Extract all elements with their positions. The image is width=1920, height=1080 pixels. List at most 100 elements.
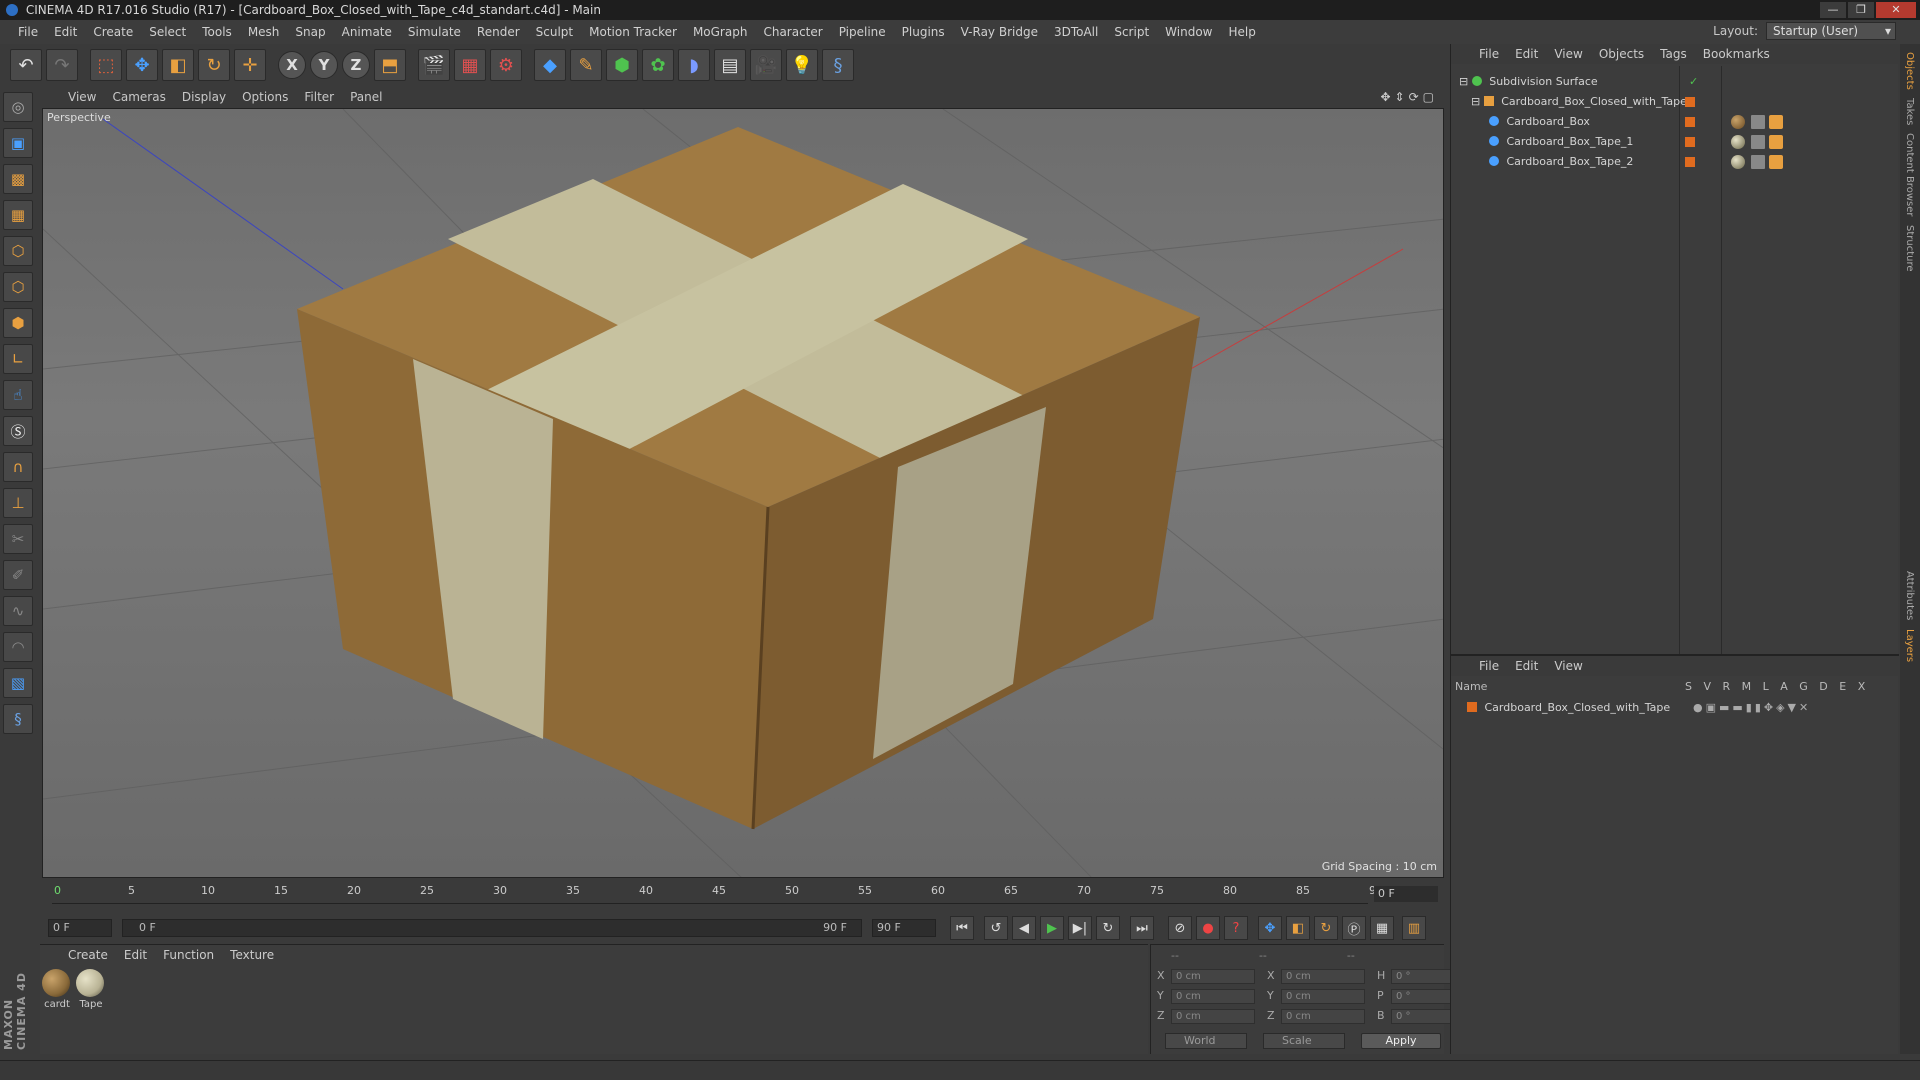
objects-menu-view[interactable]: View [1546, 47, 1590, 61]
material-tag-icon[interactable] [1731, 115, 1745, 129]
go-to-end-icon[interactable]: ⏭ [1130, 916, 1154, 940]
object-row-tape-1[interactable]: Cardboard_Box_Tape_1 [1451, 132, 1899, 152]
tab-takes[interactable]: Takes [1904, 98, 1915, 125]
tab-layers[interactable]: Layers [1904, 629, 1915, 662]
x-axis-toggle[interactable]: X [278, 51, 306, 79]
menu-motion-tracker[interactable]: Motion Tracker [581, 25, 685, 39]
size-z-field[interactable]: 0 cm [1281, 1009, 1365, 1024]
key-position-icon[interactable]: ✥ [1258, 916, 1282, 940]
close-button[interactable]: ✕ [1876, 2, 1916, 18]
texture-mode-icon[interactable]: ▩ [3, 164, 33, 194]
tab-objects[interactable]: Objects [1904, 52, 1915, 90]
scale-icon[interactable]: ◧ [162, 49, 194, 81]
maximize-view-icon[interactable]: ▢ [1423, 90, 1434, 104]
object-row-box-closed[interactable]: ⊟ Cardboard_Box_Closed_with_Tape [1451, 92, 1899, 112]
light-icon[interactable]: 💡 [786, 49, 818, 81]
menu-mesh[interactable]: Mesh [240, 25, 288, 39]
layout-dropdown[interactable]: Startup (User) [1766, 22, 1896, 40]
object-row-cardboard-box[interactable]: Cardboard_Box [1451, 112, 1899, 132]
menu-render[interactable]: Render [469, 25, 528, 39]
undo-icon[interactable]: ↶ [10, 49, 42, 81]
subdivision-icon[interactable]: ⬢ [606, 49, 638, 81]
end-frame-field[interactable]: 90 F [872, 919, 936, 937]
coordinate-system-icon[interactable]: ⬒ [374, 49, 406, 81]
deformer-icon[interactable]: ◗ [678, 49, 710, 81]
uvw-tag-icon[interactable] [1751, 135, 1765, 149]
apply-button[interactable]: Apply [1361, 1033, 1441, 1049]
tab-attributes[interactable]: Attributes [1904, 571, 1915, 620]
material-menu-function[interactable]: Function [155, 948, 222, 962]
position-z-field[interactable]: 0 cm [1171, 1009, 1255, 1024]
go-to-start-icon[interactable]: ⏮ [950, 916, 974, 940]
pan-icon[interactable]: ✥ [1380, 90, 1390, 104]
menu-tools[interactable]: Tools [194, 25, 240, 39]
cube-icon[interactable]: ◆ [534, 49, 566, 81]
menu-pipeline[interactable]: Pipeline [831, 25, 894, 39]
model-mode-icon[interactable]: ▣ [3, 128, 33, 158]
minimize-button[interactable]: — [1820, 2, 1846, 18]
viewport-menu-display[interactable]: Display [174, 90, 234, 104]
material-tag-icon[interactable] [1731, 135, 1745, 149]
render-settings-icon[interactable]: ⚙ [490, 49, 522, 81]
record-icon[interactable]: ● [1196, 916, 1220, 940]
layers-menu-edit[interactable]: Edit [1507, 659, 1546, 673]
uvw-tag-icon[interactable] [1751, 155, 1765, 169]
menu-script[interactable]: Script [1106, 25, 1157, 39]
size-y-field[interactable]: 0 cm [1281, 989, 1365, 1004]
menu-mograph[interactable]: MoGraph [685, 25, 756, 39]
rotate-icon[interactable]: ↻ [198, 49, 230, 81]
menu-plugins[interactable]: Plugins [894, 25, 953, 39]
knife-icon[interactable]: ✂ [3, 524, 33, 554]
edges-mode-icon[interactable]: ⬡ [3, 272, 33, 302]
menu-snap[interactable]: Snap [287, 25, 333, 39]
timeline-ruler[interactable]: 0 5 10 15 20 25 30 35 40 45 50 55 60 65 … [40, 880, 1444, 912]
position-x-field[interactable]: 0 cm [1171, 969, 1255, 984]
layer-color-swatch[interactable] [1685, 97, 1695, 107]
render-picture-viewer-icon[interactable]: ▦ [454, 49, 486, 81]
coordinate-mode-dropdown[interactable]: World [1165, 1033, 1247, 1049]
camera-icon[interactable]: 🎥 [750, 49, 782, 81]
key-scale-icon[interactable]: ◧ [1286, 916, 1310, 940]
axis-mode-icon[interactable]: ∟ [3, 344, 33, 374]
brush-icon[interactable]: ✐ [3, 560, 33, 590]
dolly-icon[interactable]: ⇕ [1395, 90, 1405, 104]
prev-key-icon[interactable]: ↺ [984, 916, 1008, 940]
layer-flag-icons[interactable]: ●▣▬▬▮▮✥◈▼✕ [1693, 698, 1811, 718]
maximize-button[interactable]: ❐ [1848, 2, 1874, 18]
layer-color-swatch[interactable] [1467, 702, 1477, 712]
play-icon[interactable]: ▶ [1040, 916, 1064, 940]
next-key-icon[interactable]: ↻ [1096, 916, 1120, 940]
y-axis-toggle[interactable]: Y [310, 51, 338, 79]
select-icon[interactable]: ⬚ [90, 49, 122, 81]
workplane-icon[interactable]: ▦ [3, 200, 33, 230]
menu-vray-bridge[interactable]: V-Ray Bridge [953, 25, 1046, 39]
render-view-icon[interactable]: 🎬 [418, 49, 450, 81]
objects-menu-file[interactable]: File [1471, 47, 1507, 61]
sculpt-icon[interactable]: ◠ [3, 632, 33, 662]
move-icon[interactable]: ✥ [126, 49, 158, 81]
material-menu-texture[interactable]: Texture [222, 948, 282, 962]
object-row-tape-2[interactable]: Cardboard_Box_Tape_2 [1451, 152, 1899, 172]
mograph-cloner-icon[interactable]: ✿ [642, 49, 674, 81]
perspective-viewport[interactable]: Perspective Grid Spacing : 10 cm [42, 108, 1444, 878]
points-mode-icon[interactable]: ⬡ [3, 236, 33, 266]
layers-menu-file[interactable]: File [1471, 659, 1507, 673]
transform-icon[interactable]: ✛ [234, 49, 266, 81]
viewport-menu-options[interactable]: Options [234, 90, 296, 104]
auto-key-icon[interactable]: ? [1224, 916, 1248, 940]
floor-icon[interactable]: ▤ [714, 49, 746, 81]
menu-help[interactable]: Help [1220, 25, 1263, 39]
menu-simulate[interactable]: Simulate [400, 25, 469, 39]
next-frame-icon[interactable]: ▶| [1068, 916, 1092, 940]
lock-workplane-icon[interactable]: ▧ [3, 668, 33, 698]
objects-menu-objects[interactable]: Objects [1591, 47, 1652, 61]
viewport-menu-view[interactable]: View [60, 90, 104, 104]
tab-content-browser[interactable]: Content Browser [1904, 133, 1915, 216]
material-tag-icon[interactable] [1731, 155, 1745, 169]
prev-frame-icon[interactable]: ◀ [1012, 916, 1036, 940]
material-tape[interactable]: Tape [76, 969, 106, 1010]
smooth-icon[interactable]: ∿ [3, 596, 33, 626]
frame-range-slider[interactable]: 0 F 90 F [122, 919, 862, 937]
material-cardboard[interactable]: cardt [42, 969, 72, 1010]
phong-tag-icon[interactable] [1769, 155, 1783, 169]
